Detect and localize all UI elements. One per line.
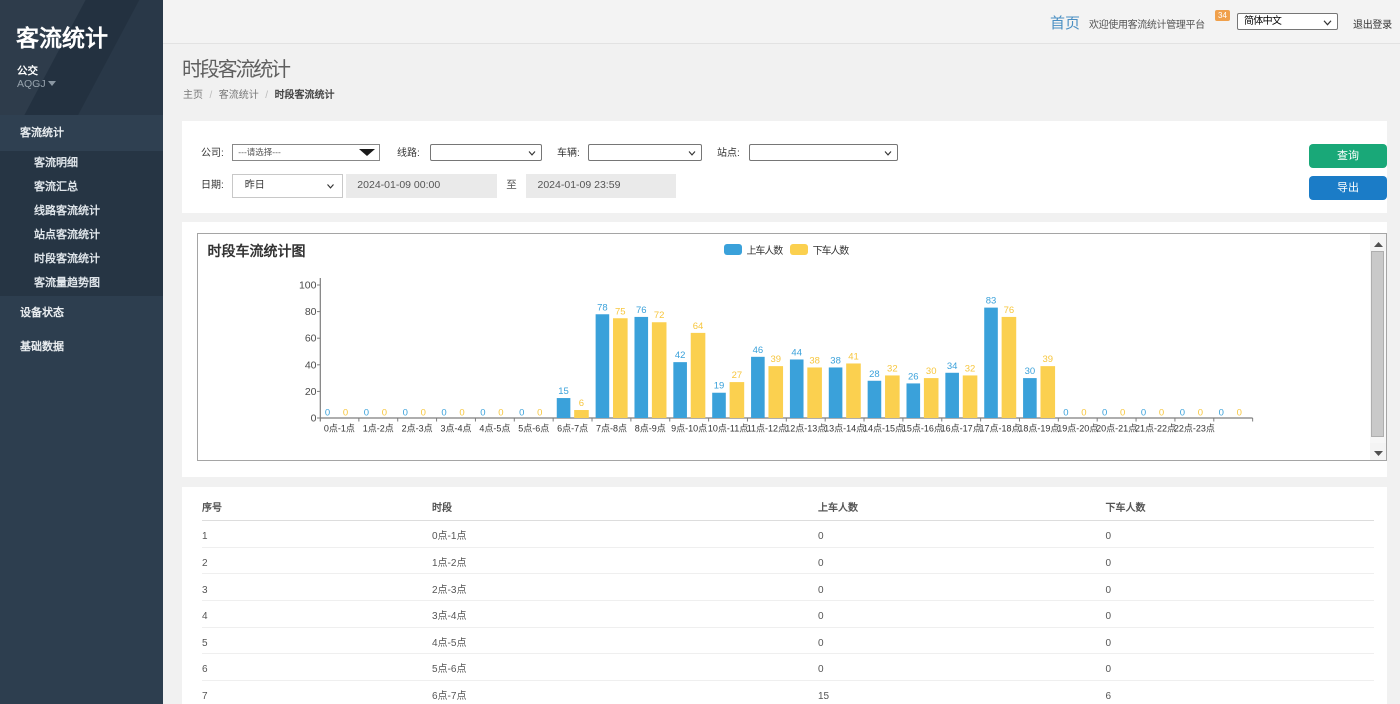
svg-text:13点-14点: 13点-14点 <box>824 424 865 434</box>
svg-text:4点-5点: 4点-5点 <box>479 424 510 434</box>
svg-text:75: 75 <box>615 306 626 317</box>
svg-text:0: 0 <box>441 408 446 419</box>
svg-text:0: 0 <box>537 408 542 419</box>
svg-text:20点-21点: 20点-21点 <box>1096 424 1137 434</box>
svg-text:41: 41 <box>848 351 859 362</box>
svg-text:15: 15 <box>558 386 569 397</box>
svg-text:0: 0 <box>1102 408 1107 419</box>
svg-text:0: 0 <box>1141 408 1146 419</box>
svg-text:0: 0 <box>403 408 408 419</box>
svg-text:0: 0 <box>1081 408 1086 419</box>
svg-text:0: 0 <box>364 408 369 419</box>
svg-text:0: 0 <box>421 408 426 419</box>
svg-text:100: 100 <box>299 280 317 292</box>
svg-text:6: 6 <box>579 398 584 409</box>
svg-text:46: 46 <box>753 345 764 356</box>
svg-text:32: 32 <box>887 363 898 374</box>
svg-text:0: 0 <box>311 413 317 425</box>
svg-text:30: 30 <box>926 366 937 377</box>
svg-text:80: 80 <box>305 306 317 318</box>
svg-text:15点-16点: 15点-16点 <box>902 424 943 434</box>
svg-text:9点-10点: 9点-10点 <box>671 424 707 434</box>
svg-text:8点-9点: 8点-9点 <box>635 424 666 434</box>
svg-text:0: 0 <box>1198 408 1203 419</box>
svg-text:0: 0 <box>519 408 524 419</box>
svg-text:44: 44 <box>791 347 802 358</box>
svg-text:76: 76 <box>1004 305 1015 316</box>
svg-text:64: 64 <box>693 321 704 332</box>
svg-text:0: 0 <box>1237 408 1242 419</box>
svg-text:19: 19 <box>714 381 725 392</box>
svg-text:0: 0 <box>1159 408 1164 419</box>
svg-text:17点-18点: 17点-18点 <box>980 424 1021 434</box>
svg-text:19点-20点: 19点-20点 <box>1057 424 1098 434</box>
svg-text:22点-23点: 22点-23点 <box>1174 424 1215 434</box>
svg-text:10点-11点: 10点-11点 <box>708 424 748 434</box>
svg-text:0: 0 <box>1180 408 1185 419</box>
svg-text:0: 0 <box>498 408 503 419</box>
svg-text:11点-12点: 11点-12点 <box>747 424 787 434</box>
svg-text:39: 39 <box>1042 354 1053 365</box>
svg-text:32: 32 <box>965 363 976 374</box>
svg-text:40: 40 <box>305 359 317 371</box>
svg-text:20: 20 <box>305 386 317 398</box>
svg-text:3点-4点: 3点-4点 <box>441 424 472 434</box>
svg-text:42: 42 <box>675 350 686 361</box>
svg-text:30: 30 <box>1025 366 1036 377</box>
svg-text:0: 0 <box>1120 408 1125 419</box>
svg-text:60: 60 <box>305 333 317 345</box>
svg-text:72: 72 <box>654 310 665 321</box>
svg-text:0: 0 <box>1219 408 1224 419</box>
svg-text:26: 26 <box>908 371 919 382</box>
svg-text:28: 28 <box>869 369 880 380</box>
svg-text:0: 0 <box>382 408 387 419</box>
svg-text:21点-22点: 21点-22点 <box>1135 424 1176 434</box>
svg-text:12点-13点: 12点-13点 <box>785 424 826 434</box>
svg-text:0: 0 <box>343 408 348 419</box>
svg-text:83: 83 <box>986 296 997 307</box>
svg-text:0点-1点: 0点-1点 <box>324 424 355 434</box>
svg-text:39: 39 <box>770 354 781 365</box>
svg-text:38: 38 <box>830 355 841 366</box>
svg-text:16点-17点: 16点-17点 <box>941 424 982 434</box>
svg-text:2点-3点: 2点-3点 <box>402 424 433 434</box>
svg-text:78: 78 <box>597 302 608 313</box>
svg-text:38: 38 <box>809 355 820 366</box>
svg-text:6点-7点: 6点-7点 <box>557 424 588 434</box>
svg-text:5点-6点: 5点-6点 <box>518 424 549 434</box>
svg-text:34: 34 <box>947 361 958 372</box>
svg-text:0: 0 <box>459 408 464 419</box>
svg-text:27: 27 <box>732 370 743 381</box>
svg-text:18点-19点: 18点-19点 <box>1018 424 1059 434</box>
svg-text:0: 0 <box>1063 408 1068 419</box>
svg-text:0: 0 <box>480 408 485 419</box>
svg-text:1点-2点: 1点-2点 <box>363 424 394 434</box>
svg-text:76: 76 <box>636 305 647 316</box>
svg-text:7点-8点: 7点-8点 <box>596 424 627 434</box>
svg-text:0: 0 <box>325 408 330 419</box>
svg-text:14点-15点: 14点-15点 <box>863 424 904 434</box>
